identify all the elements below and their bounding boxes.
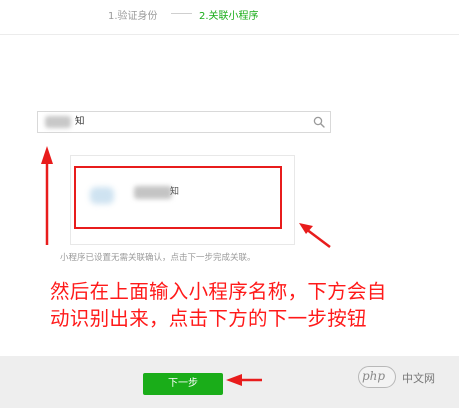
watermark-logo-text: php (362, 369, 386, 383)
step-verify-identity: 1.验证身份 (108, 11, 158, 22)
no-confirmation-hint: 小程序已设置无需关联确认，点击下一步完成关联。 (60, 253, 256, 263)
search-value-text: 知 (75, 116, 85, 127)
search-value-blurred (45, 116, 71, 128)
mini-program-name: 知 (170, 187, 180, 197)
annotation-text: 然后在上面输入小程序名称，下方会自 动识别出来，点击下方的下一步按钮 (50, 278, 458, 332)
app-name-blurred (134, 186, 172, 199)
arrow-to-result-card (299, 223, 331, 248)
step-indicator: 1.验证身份 2.关联小程序 (0, 0, 459, 28)
next-step-button[interactable]: 下一步 (143, 373, 223, 395)
arrow-up-to-search (41, 146, 53, 245)
watermark-logo-badge: php (358, 366, 396, 388)
search-input[interactable]: 知 (37, 111, 331, 133)
step-connector (171, 13, 192, 14)
php-watermark: php 中文网 (358, 366, 454, 388)
mini-program-icon (90, 187, 114, 204)
annotation-line-1: 然后在上面输入小程序名称，下方会自 (50, 280, 387, 303)
annotation-line-2: 动识别出来，点击下方的下一步按钮 (50, 307, 367, 330)
watermark-label: 中文网 (402, 372, 435, 385)
search-icon[interactable] (313, 116, 325, 128)
step-link-mini-program: 2.关联小程序 (199, 11, 259, 22)
header-divider (0, 34, 459, 35)
